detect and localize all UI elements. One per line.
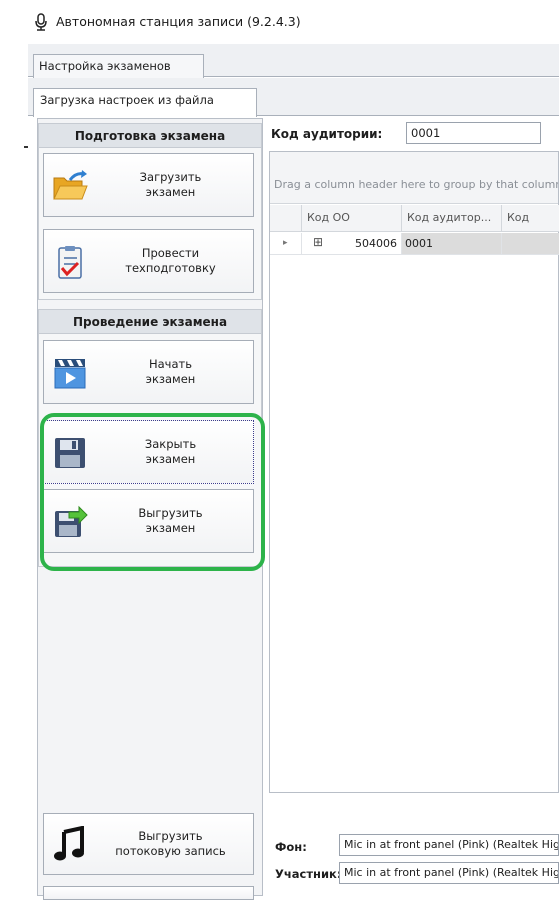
oo-code-cell: 504006: [355, 237, 397, 250]
room-code-label: Код аудитории:: [271, 127, 383, 141]
checklist-clipboard-icon: [58, 246, 82, 279]
title-bar: Автономная станция записи (9.2.4.3): [0, 0, 559, 44]
row-indicator-arrow[interactable]: ▸: [270, 233, 302, 255]
exam-preparation-header: Подготовка экзамена: [39, 124, 261, 148]
next-sidebar-button[interactable]: [43, 886, 254, 900]
column-header-oo-code[interactable]: Код ОО: [302, 205, 402, 232]
room-code-cell[interactable]: 0001: [402, 233, 502, 255]
tab-load-settings-from-file[interactable]: Загрузка настроек из файла: [33, 88, 257, 117]
tech-preparation-label: Провести техподготовку: [125, 246, 216, 275]
expand-row-icon[interactable]: ⊞: [313, 235, 323, 249]
export-stream-recording-label: Выгрузить потоковую запись: [115, 829, 226, 858]
background-mic-select[interactable]: Mic in at front panel (Pink) (Realtek Hi…: [339, 834, 559, 856]
room-code-input[interactable]: 0001: [406, 122, 541, 144]
load-exam-label: Загрузить экзамен: [139, 170, 202, 199]
row-indicator-header: [270, 205, 302, 232]
column-header-code[interactable]: Код: [502, 205, 559, 232]
folder-open-icon: [53, 170, 88, 200]
annotation-highlight-box: [40, 413, 265, 571]
code-cell[interactable]: [502, 233, 559, 255]
window-edge: [0, 44, 28, 896]
exams-grid: Drag a column header here to group by th…: [269, 151, 559, 793]
tech-preparation-button[interactable]: Провести техподготовку: [43, 229, 254, 293]
start-exam-label: Начать экзамен: [145, 357, 196, 386]
tab-exam-settings[interactable]: Настройка экзаменов: [33, 54, 204, 78]
edge-tick: [24, 146, 28, 148]
microphone-icon: [35, 13, 47, 31]
video-play-icon: [54, 359, 86, 389]
column-header-room-code[interactable]: Код аудитор...: [402, 205, 502, 232]
load-exam-button[interactable]: Загрузить экзамен: [43, 153, 254, 217]
start-exam-button[interactable]: Начать экзамен: [43, 340, 254, 404]
music-note-icon: [54, 826, 84, 861]
participant-mic-label: Участник:: [275, 867, 342, 881]
exam-conduct-header: Проведение экзамена: [39, 310, 261, 334]
background-mic-label: Фон:: [275, 840, 307, 854]
export-stream-recording-button[interactable]: Выгрузить потоковую запись: [43, 813, 254, 875]
window-title: Автономная станция записи (9.2.4.3): [56, 14, 301, 29]
group-by-panel[interactable]: Drag a column header here to group by th…: [270, 152, 558, 204]
participant-mic-select[interactable]: Mic in at front panel (Pink) (Realtek Hi…: [339, 862, 559, 884]
table-row[interactable]: ⊞ 504006: [302, 233, 402, 255]
